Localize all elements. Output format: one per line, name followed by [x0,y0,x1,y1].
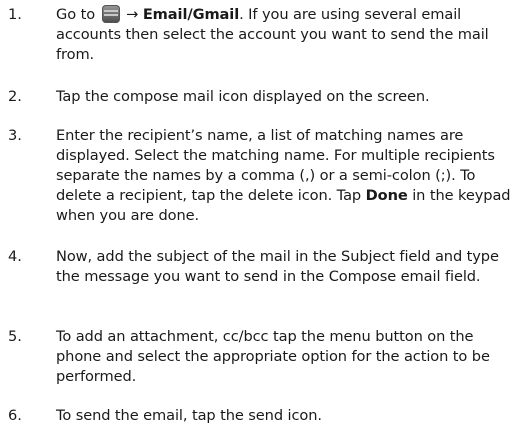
step-text: Go to → Email/Gmail. If you are using se… [56,5,514,65]
arrow-icon: → [126,6,139,23]
step-bold-text: Done [365,187,408,204]
step-number: 5. [8,328,22,345]
step-text-part: . If you are using several email account… [56,6,489,63]
step-text: Tap the compose mail icon displayed on t… [56,88,430,105]
step-text: Now, add the subject of the mail in the … [56,248,499,285]
app-menu-icon [101,5,120,23]
step-text-part: Go to [56,6,96,23]
step-number: 2. [8,88,22,105]
step-text: To add an attachment, cc/bcc tap the men… [56,328,490,385]
step-number: 4. [8,248,22,265]
step-number: 3. [8,127,22,144]
step-number: 6. [8,407,22,424]
step-bold-text: Email/Gmail [142,6,240,23]
step-text: To send the email, tap the send icon. [56,407,322,424]
instruction-page: 1. Go to → Email/Gmail. If you are using… [0,0,518,429]
step-number: 1. [8,6,22,23]
step-text: Enter the recipient’s name, a list of ma… [56,126,514,226]
